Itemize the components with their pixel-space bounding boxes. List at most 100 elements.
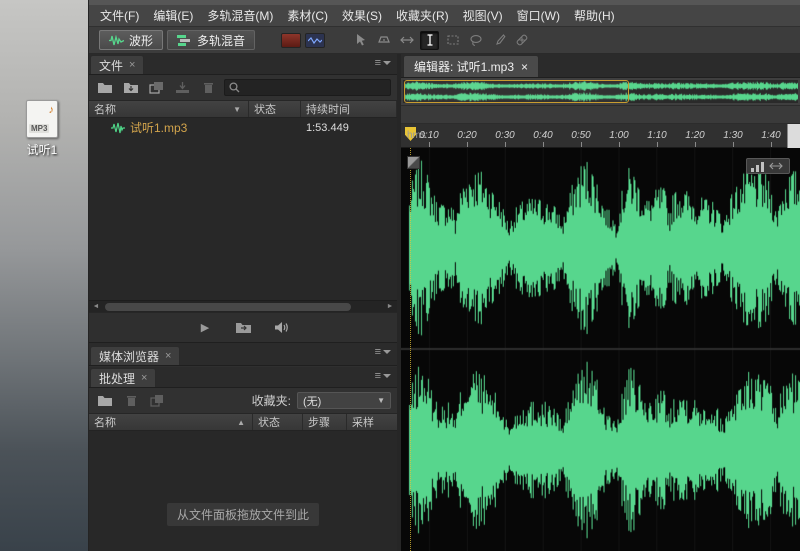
- multitrack-view-button[interactable]: 多轨混音: [167, 30, 256, 50]
- scrollbar-thumb[interactable]: [105, 303, 352, 311]
- open-folder-icon: [97, 83, 112, 93]
- files-column-header: 名称 ▼ 状态 持续时间: [89, 101, 397, 118]
- loop-playback-button[interactable]: [231, 318, 255, 338]
- clip-gain-icon[interactable]: [407, 156, 420, 169]
- scroll-left-icon[interactable]: ◄: [89, 301, 103, 313]
- desktop-icon-label: 试听1: [26, 143, 58, 157]
- menu-file[interactable]: 文件(F): [93, 7, 146, 24]
- marquee-selection-tool-button[interactable]: [443, 31, 462, 50]
- column-name[interactable]: 名称 ▼: [89, 101, 249, 117]
- favorites-selected-value: (无): [303, 395, 322, 408]
- tab-files[interactable]: 文件 ×: [90, 55, 145, 74]
- audio-file-icon: [111, 122, 125, 133]
- batch-tab-close-icon[interactable]: ×: [141, 372, 147, 384]
- tab-editor[interactable]: 编辑器: 试听1.mp3 ×: [403, 55, 540, 77]
- file-name-label: 试听1.mp3: [130, 121, 188, 135]
- spectral-pitch-display-button[interactable]: [305, 32, 326, 48]
- media-browser-tab-close-icon[interactable]: ×: [165, 350, 171, 362]
- batch-drop-area[interactable]: 从文件面板拖放文件到此: [89, 431, 397, 551]
- multitrack-view-label: 多轨混音: [197, 33, 246, 48]
- menu-effects[interactable]: 效果(S): [335, 7, 389, 24]
- waveform-overview: [401, 78, 800, 106]
- editor-tabbar: 编辑器: 试听1.mp3 ×: [401, 54, 800, 78]
- menu-multitrack[interactable]: 多轨混音(M): [200, 7, 280, 24]
- menu-edit[interactable]: 编辑(E): [146, 7, 200, 24]
- files-search-box: [223, 79, 391, 96]
- duplicate-icon: [150, 395, 163, 407]
- open-file-button[interactable]: [95, 79, 115, 97]
- loop-folder-icon: [235, 323, 251, 333]
- trash-icon: [126, 396, 136, 406]
- file-row[interactable]: 试听1.mp3 1:53.449: [89, 118, 397, 137]
- view-range-box[interactable]: [404, 80, 629, 103]
- batch-column-samplerate[interactable]: 采样: [347, 414, 397, 430]
- batch-sort-indicator-icon: ▲: [237, 417, 245, 427]
- media-browser-panel-menu-icon[interactable]: ≡: [374, 346, 391, 358]
- menu-clip[interactable]: 素材(C): [280, 7, 335, 24]
- tab-batch-process[interactable]: 批处理 ×: [90, 368, 157, 387]
- menu-view[interactable]: 视图(V): [456, 7, 510, 24]
- batch-column-step[interactable]: 步骤: [303, 414, 347, 430]
- tab-media-browser[interactable]: 媒体浏览器 ×: [90, 346, 181, 365]
- files-tab-close-icon[interactable]: ×: [129, 59, 135, 71]
- editor-tab-label: 编辑器: 试听1.mp3: [414, 60, 515, 74]
- menu-window[interactable]: 窗口(W): [510, 7, 567, 24]
- menu-favorites[interactable]: 收藏夹(R): [389, 7, 456, 24]
- lasso-selection-tool-button[interactable]: [466, 31, 485, 50]
- batch-open-folder-button[interactable]: [95, 392, 115, 410]
- panel-menu-lines: ≡: [374, 346, 381, 358]
- panel-menu-lines: ≡: [374, 57, 381, 69]
- spot-healing-brush-icon: [516, 34, 527, 46]
- waveform-view-button[interactable]: 波形: [99, 30, 164, 50]
- column-status[interactable]: 状态: [249, 101, 301, 117]
- timeline-tick: 0:40: [533, 130, 553, 147]
- favorites-dropdown[interactable]: (无) ▼: [297, 392, 391, 409]
- level-meter-icon: [751, 162, 783, 172]
- scroll-right-icon[interactable]: ►: [383, 301, 397, 313]
- batch-delete-button[interactable]: [121, 392, 141, 410]
- play-button[interactable]: ▶: [193, 318, 217, 338]
- search-input[interactable]: [243, 81, 386, 94]
- column-duration[interactable]: 持续时间: [301, 101, 397, 117]
- batch-duplicate-button[interactable]: [147, 392, 167, 410]
- batch-panel-menu-icon[interactable]: ≡: [375, 371, 391, 382]
- panel-menu-triangle: [383, 61, 391, 65]
- menu-help[interactable]: 帮助(H): [567, 7, 622, 24]
- panel-menu-triangle: [383, 350, 391, 354]
- trash-icon: [203, 83, 213, 93]
- import-file-button[interactable]: [121, 79, 141, 97]
- files-panel-menu-icon[interactable]: ≡: [374, 57, 391, 69]
- delete-file-button[interactable]: [198, 79, 218, 97]
- move-tool-button[interactable]: [351, 31, 370, 50]
- search-icon: [229, 82, 240, 93]
- files-tab-label: 文件: [99, 58, 124, 73]
- desktop-icon-mp3[interactable]: ♪ MP3 试听1: [10, 100, 74, 158]
- batch-column-name[interactable]: 名称 ▲: [89, 414, 253, 430]
- stacked-items-icon: [149, 82, 163, 94]
- zoom-navigate-widget[interactable]: [746, 158, 790, 174]
- new-content-button[interactable]: [147, 79, 167, 97]
- timeline-tick: 1:40: [761, 130, 781, 147]
- editor-tab-close-icon[interactable]: ×: [521, 60, 528, 74]
- spot-healing-brush-tool-button[interactable]: [512, 31, 531, 50]
- batch-empty-hint: 从文件面板拖放文件到此: [166, 503, 319, 526]
- menubar: 文件(F) 编辑(E) 多轨混音(M) 素材(C) 效果(S) 收藏夹(R) 视…: [89, 5, 800, 27]
- insert-into-multitrack-button[interactable]: [172, 79, 192, 97]
- timeline-ruler[interactable]: hms 0:10 0:20 0:30 0:40 0:50 1:00 1:10 1…: [401, 124, 800, 148]
- waveform-canvas[interactable]: [401, 148, 800, 551]
- batch-tabbar: 批处理 × ≡: [89, 367, 397, 388]
- spectral-frequency-display-button[interactable]: [281, 32, 302, 48]
- waveform-icon: [109, 34, 124, 45]
- mp3-badge: MP3: [29, 124, 50, 133]
- time-selection-tool-button[interactable]: [420, 30, 440, 50]
- file-list: 试听1.mp3 1:53.449: [89, 118, 397, 300]
- paintbrush-selection-tool-button[interactable]: [489, 31, 508, 50]
- razor-tool-button[interactable]: [374, 31, 393, 50]
- slip-tool-button[interactable]: [397, 31, 416, 50]
- batch-column-status[interactable]: 状态: [253, 414, 303, 430]
- batch-column-name-label: 名称: [94, 417, 116, 429]
- files-horizontal-scrollbar[interactable]: ◄ ►: [89, 300, 397, 312]
- scrollbar-track[interactable]: [103, 301, 383, 312]
- auto-play-button[interactable]: [269, 318, 293, 338]
- move-tool-icon: [356, 34, 365, 46]
